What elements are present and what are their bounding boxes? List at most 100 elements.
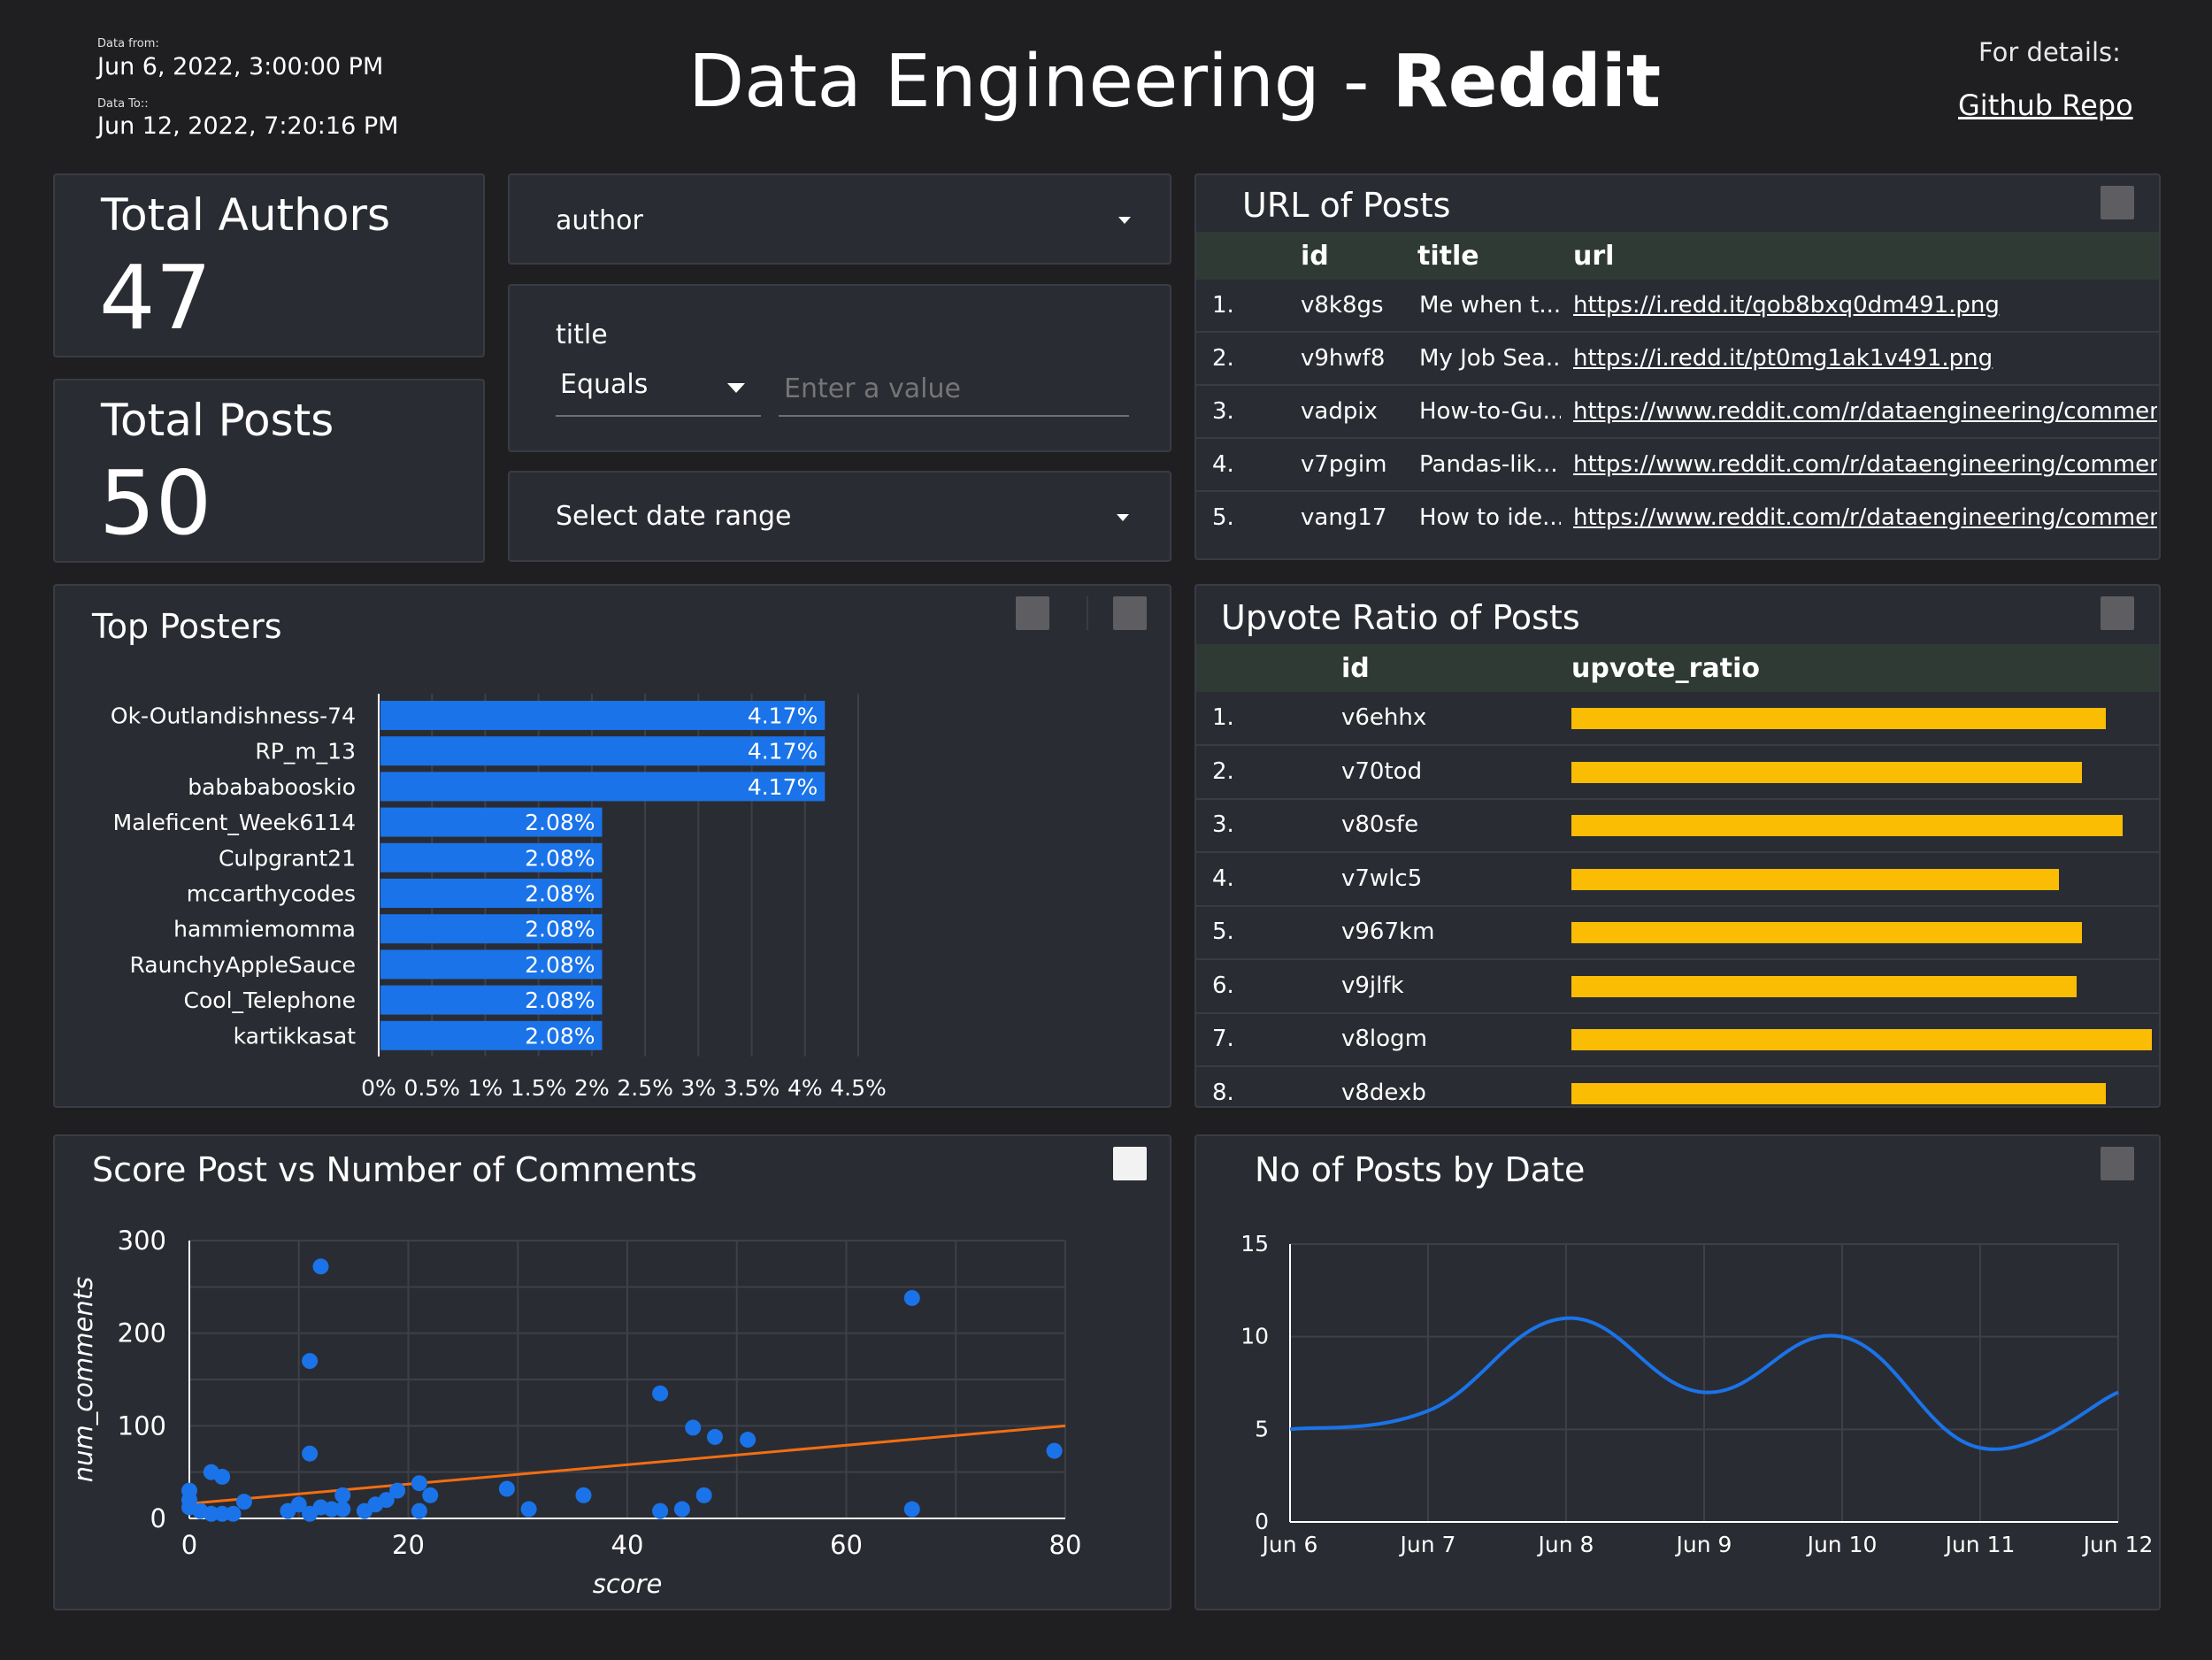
table-row: 4. v7pgim Pandas-lik... https://www.reddit.… [1196, 439, 2159, 492]
row-url-link[interactable]: https://www.reddit.com/r/dataengineering… [1573, 451, 2157, 478]
x-tick-label: 2.5% [617, 1075, 673, 1101]
scatter-point[interactable] [214, 1468, 231, 1485]
scatter-point[interactable] [1046, 1442, 1063, 1459]
scatter-point[interactable] [312, 1258, 329, 1275]
scatter-point[interactable] [903, 1289, 920, 1306]
bar-value-label: 2.08% [525, 810, 595, 835]
scatter-point[interactable] [498, 1480, 515, 1497]
x-tick-label: Jun 8 [1537, 1532, 1594, 1557]
column-header-id[interactable]: id [1301, 241, 1329, 272]
x-tick-label: Jun 6 [1261, 1532, 1318, 1557]
url-table-title: URL of Posts [1242, 186, 1451, 225]
scatter-point[interactable] [575, 1487, 592, 1503]
category-label: RaunchyAppleSauce [129, 952, 356, 978]
scatter-point[interactable] [302, 1445, 319, 1462]
x-tick-label: 0.5% [403, 1075, 460, 1101]
scatter-point[interactable] [389, 1482, 406, 1499]
column-header-url[interactable]: url [1573, 241, 1614, 272]
scatter-point[interactable] [302, 1353, 319, 1370]
category-label: hammiemomma [173, 917, 356, 942]
table-row: 6. v9jlfk [1196, 960, 2159, 1014]
upvote-ratio-bar [1571, 868, 2059, 890]
row-id: v8dexb [1341, 1079, 1426, 1106]
row-url-link[interactable]: https://i.redd.it/pt0mg1ak1v491.png [1573, 345, 2157, 372]
url-table-header: id title url [1196, 232, 2159, 280]
scatter-point[interactable] [673, 1501, 690, 1518]
x-tick-label: 60 [830, 1530, 863, 1560]
x-tick-label: 0 [181, 1530, 197, 1560]
table-row: 2. v70tod [1196, 746, 2159, 800]
scatter-svg: 0 20 40 60 80 0 100 200 300 score num_comments [68, 1226, 1081, 1599]
row-title: My Job Sea... [1419, 345, 1561, 372]
scatter-point[interactable] [411, 1502, 427, 1519]
row-url-link[interactable]: https://i.redd.it/qob8bxq0dm491.png [1573, 292, 2157, 319]
total-authors-label: Total Authors [101, 189, 391, 241]
title-value-input[interactable] [780, 369, 1124, 408]
column-header-title[interactable]: title [1417, 241, 1479, 272]
scatter-point[interactable] [695, 1487, 712, 1503]
table-row: 5. v967km [1196, 906, 2159, 960]
x-tick-label: 2% [574, 1075, 610, 1101]
chevron-down-icon [727, 383, 745, 393]
chevron-down-icon [1117, 514, 1129, 521]
table-row: 1. v8k8gs Me when t... https://i.redd.it/qo… [1196, 280, 2159, 333]
row-id: v9jlfk [1341, 972, 1404, 999]
date-range-picker[interactable]: Select date range [508, 471, 1171, 562]
row-id: vadpix [1301, 398, 1378, 425]
column-header-upvote-ratio[interactable]: upvote_ratio [1571, 653, 1760, 684]
row-number: 4. [1212, 451, 1234, 478]
posts-by-date-chart: No of Posts by Date 0 5 10 15 Jun 6 Jun 7 Jun … [1194, 1134, 2161, 1610]
row-url-link[interactable]: https://www.reddit.com/r/dataengineering… [1573, 504, 2157, 531]
scatter-point[interactable] [903, 1501, 920, 1518]
row-number: 8. [1212, 1079, 1234, 1106]
scatter-point[interactable] [707, 1428, 723, 1445]
category-label: mccarthycodes [187, 881, 356, 907]
upvote-ratio-bar [1571, 975, 2077, 997]
bar-value-label: 4.17% [748, 774, 818, 800]
upvote-ratio-bar [1571, 708, 2106, 729]
row-id: v6ehhx [1341, 704, 1427, 731]
x-axis-title: score [593, 1569, 663, 1599]
row-title: Pandas-lik... [1419, 451, 1558, 478]
table-row: 2. v9hwf8 My Job Sea... https://i.redd.it/p… [1196, 333, 2159, 386]
scatter-point[interactable] [235, 1494, 252, 1510]
row-number: 7. [1212, 1026, 1234, 1052]
data-from-label: Data from: [97, 37, 159, 50]
title-filter: title Equals [508, 284, 1171, 452]
chart-menu-icon[interactable] [2101, 186, 2134, 219]
scatter-point[interactable] [225, 1505, 242, 1522]
data-from-value: Jun 6, 2022, 3:00:00 PM [97, 53, 384, 81]
row-id: v967km [1341, 918, 1435, 945]
author-dropdown[interactable]: author [508, 173, 1171, 265]
bar-value-label: 2.08% [525, 845, 595, 871]
scatter-point[interactable] [652, 1502, 669, 1519]
row-id: v80sfe [1341, 811, 1419, 838]
row-number: 3. [1212, 398, 1234, 425]
x-tick-label: Jun 10 [1806, 1532, 1878, 1557]
page-title-bold: Reddit [1392, 40, 1662, 124]
github-repo-link[interactable]: Github Repo [1958, 88, 2133, 122]
upvote-ratio-bar [1571, 815, 2123, 836]
total-posts-value: 50 [99, 451, 212, 555]
scatter-point[interactable] [652, 1385, 669, 1402]
scatter-point[interactable] [685, 1419, 702, 1436]
row-url-link[interactable]: https://www.reddit.com/r/dataengineering… [1573, 398, 2157, 425]
page-title-prefix: Data Engineering - [688, 40, 1393, 124]
y-tick-label: 200 [118, 1318, 166, 1349]
url-of-posts-table: URL of Posts id title url 1. v8k8gs Me whe… [1194, 173, 2161, 560]
bar-value-label: 2.08% [525, 952, 595, 978]
chart-menu-icon[interactable] [2101, 596, 2134, 630]
table-row: 4. v7wlc5 [1196, 853, 2159, 907]
scatter-point[interactable] [740, 1432, 757, 1449]
column-header-id[interactable]: id [1341, 653, 1370, 684]
row-id: vang17 [1301, 504, 1387, 531]
scatter-point[interactable] [334, 1487, 351, 1503]
scatter-point[interactable] [520, 1501, 537, 1518]
operator-select[interactable]: Equals [556, 364, 759, 417]
row-id: v8k8gs [1301, 292, 1384, 319]
scatter-point[interactable] [422, 1487, 439, 1503]
scatter-point[interactable] [411, 1475, 427, 1492]
y-tick-label: 300 [118, 1226, 166, 1256]
row-number: 5. [1212, 504, 1234, 531]
scatter-point[interactable] [334, 1501, 351, 1518]
